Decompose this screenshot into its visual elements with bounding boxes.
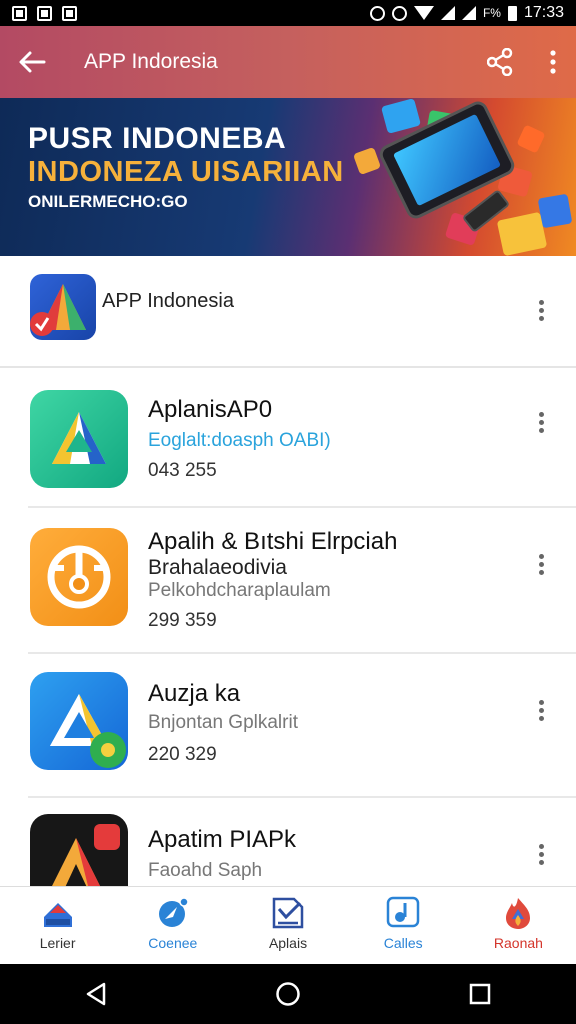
- app-tile-graphic: [380, 98, 422, 134]
- music-icon: [386, 896, 420, 928]
- status-system: F% 17:33: [369, 4, 564, 22]
- nav-item-coenee[interactable]: Coenee: [115, 887, 230, 964]
- banner-subheadline: INDONEZA UISARIIAN: [28, 156, 344, 188]
- app-logo-icon: [30, 274, 96, 340]
- app-category: Brahalaeodivia: [148, 556, 287, 579]
- app-header-more-icon[interactable]: [526, 292, 556, 328]
- list-item[interactable]: Auzja ka Bnjontan Gplkalrit 220 329: [0, 654, 576, 798]
- nav-item-raonah[interactable]: Raonah: [461, 887, 576, 964]
- more-vert-icon[interactable]: [530, 26, 576, 98]
- system-navigation: [0, 964, 576, 1024]
- arrow-left-icon[interactable]: [0, 26, 64, 98]
- notification-icon: [62, 5, 77, 21]
- nav-label: Aplais: [268, 935, 308, 951]
- fire-icon: [506, 898, 531, 929]
- banner-headline: PUSR INDONEBA: [28, 122, 287, 155]
- app-developer: Faoahd Saph: [148, 860, 263, 881]
- app-developer: Bnjontan Gplkalrit: [148, 712, 298, 733]
- list-item[interactable]: Apatim PIAPk Faoahd Saph: [0, 798, 576, 912]
- app-header[interactable]: APP Indonesia: [0, 256, 576, 368]
- app-name: Apatim PIAPk: [148, 826, 297, 853]
- app-download-count: 043 255: [148, 460, 217, 481]
- app-name: AplanisAP0: [148, 396, 273, 423]
- nav-item-calles[interactable]: Calles: [346, 887, 461, 964]
- app-developer: Pelkohdcharaplaulam: [148, 580, 331, 601]
- nav-label: Coenee: [148, 935, 198, 951]
- status-notifications: [12, 5, 77, 21]
- signal-icon: [440, 6, 455, 20]
- app-tile-graphic: [516, 124, 546, 154]
- app-tile-graphic: [496, 211, 548, 256]
- alarm-icon: [391, 5, 407, 21]
- app-tile-graphic: [352, 146, 382, 176]
- signal-icon: [461, 6, 476, 20]
- recents-square-icon[interactable]: [450, 964, 510, 1024]
- page-title: APP Indoresia: [84, 50, 218, 73]
- bottom-navigation: Lerier Coenee Aplais Calles Raonah: [0, 886, 576, 964]
- nav-label: Calles: [383, 935, 423, 951]
- app-icon: [30, 672, 128, 770]
- home-icon: [43, 903, 72, 927]
- home-circle-icon[interactable]: [258, 964, 318, 1024]
- status-bar: F% 17:33: [0, 0, 576, 26]
- app-icon: [30, 390, 128, 488]
- list-item[interactable]: AplanisAP0 Eoglalt:doasph OABI) 043 255: [0, 368, 576, 508]
- promo-banner[interactable]: PUSR INDONEBA INDONEZA UISARIIAN ONILERM…: [0, 98, 576, 256]
- app-icon: [30, 528, 128, 626]
- battery-icon: [507, 5, 517, 21]
- nav-item-lerier[interactable]: Lerier: [0, 887, 115, 964]
- app-developer-link[interactable]: Eoglalt:doasph OABI): [148, 430, 331, 452]
- nav-item-aplais[interactable]: Aplais: [230, 887, 345, 964]
- battery-percent: F%: [482, 6, 501, 20]
- notification-icon: [37, 5, 52, 21]
- nav-label: Lerier: [39, 935, 76, 951]
- apps-icon: [272, 897, 304, 929]
- banner-tagline: ONILERMECHO:GO: [28, 192, 188, 211]
- app-header-title: APP Indonesia: [102, 290, 234, 312]
- notification-icon: [12, 5, 27, 21]
- alarm-icon: [369, 5, 385, 21]
- status-time: 17:33: [523, 4, 564, 21]
- list-item[interactable]: Apalih & Bıtshi Elrpciah Brahalaeodivia …: [0, 508, 576, 654]
- app-name: Apalih & Bıtshi Elrpciah: [148, 528, 398, 555]
- nav-label: Raonah: [493, 935, 543, 951]
- app-more-icon[interactable]: [526, 546, 556, 582]
- wifi-icon: [413, 6, 434, 20]
- app-bar: APP Indoresia: [0, 26, 576, 98]
- app-tile-graphic: [537, 193, 573, 229]
- share-icon[interactable]: [470, 26, 530, 98]
- compass-icon: [158, 897, 189, 927]
- back-triangle-icon[interactable]: [66, 964, 126, 1024]
- app-name: Auzja ka: [148, 680, 241, 707]
- app-more-icon[interactable]: [526, 836, 556, 872]
- app-download-count: 220 329: [148, 744, 217, 765]
- app-more-icon[interactable]: [526, 404, 556, 440]
- app-download-count: 299 359: [148, 610, 217, 631]
- app-more-icon[interactable]: [526, 692, 556, 728]
